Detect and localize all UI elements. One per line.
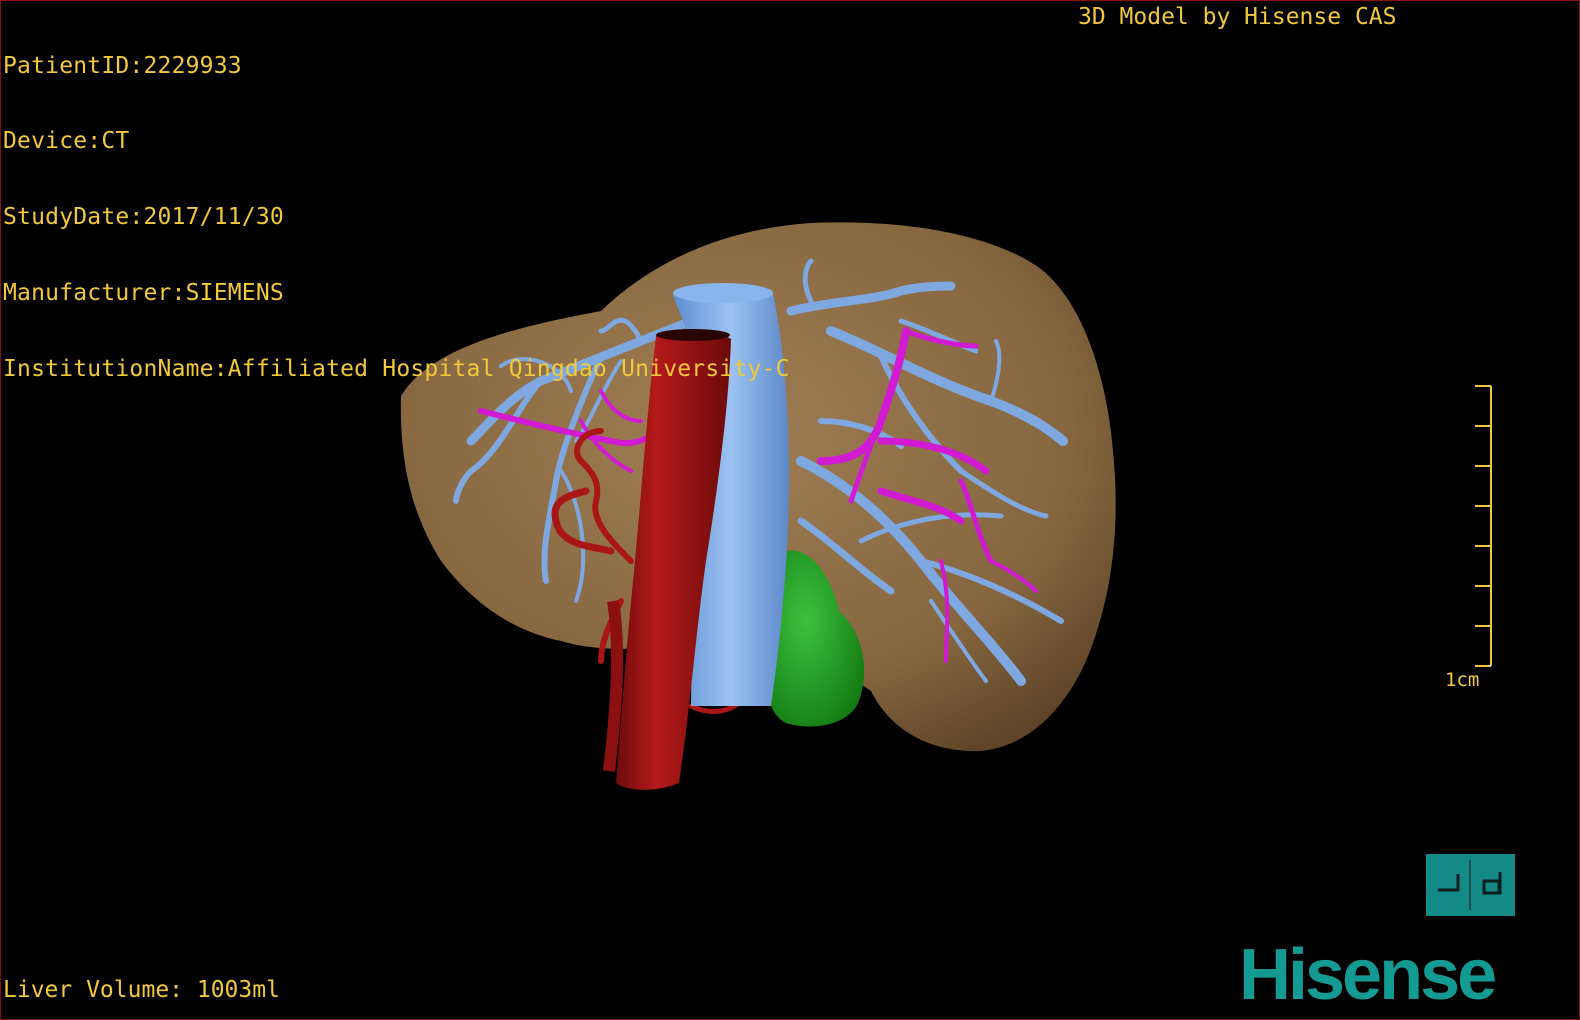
device: Device:CT (3, 128, 130, 155)
scale-bar-label: 1cm (1445, 669, 1480, 691)
liver-volume: Liver Volume: 1003ml (3, 977, 280, 1003)
institution-name: InstitutionName:Affiliated Hospital Qing… (3, 356, 790, 383)
manufacturer: Manufacturer:SIEMENS (3, 280, 284, 307)
patient-id: PatientID:2229933 (3, 52, 242, 79)
scale-bar (1475, 385, 1492, 667)
3d-viewport[interactable]: PatientID:2229933 Device:CT StudyDate:20… (0, 0, 1580, 1020)
model-credit: 3D Model by Hisense CAS (1078, 4, 1397, 30)
dicom-info-overlay: PatientID:2229933 Device:CT StudyDate:20… (3, 3, 790, 433)
hisense-logo: Hisense (1239, 935, 1497, 1015)
study-date: StudyDate:2017/11/30 (3, 204, 284, 231)
orientation-cube-icon[interactable] (1426, 854, 1515, 916)
